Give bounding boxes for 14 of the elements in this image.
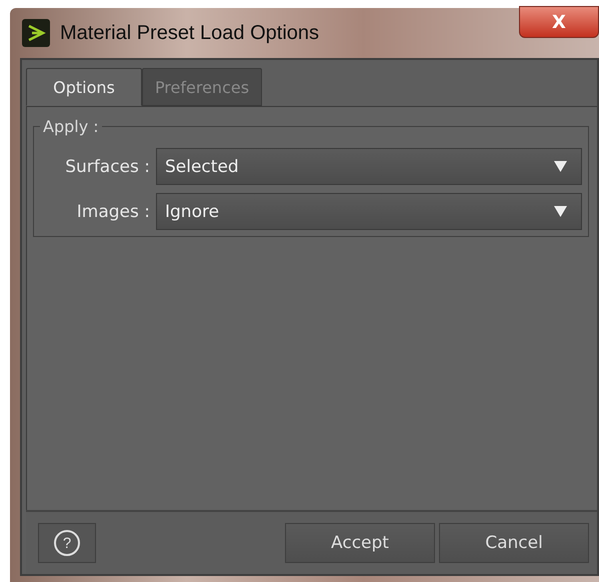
dropdown-arrow-icon <box>554 206 567 217</box>
dropdown[interactable]: Selected <box>156 148 582 185</box>
window-title: Material Preset Load Options <box>60 22 320 44</box>
close-button[interactable]: X <box>519 6 599 38</box>
dialog-button[interactable]: Cancel <box>439 523 589 563</box>
field-label: Images : <box>76 202 151 222</box>
tab[interactable]: Options <box>26 68 142 106</box>
group-title: Apply : <box>42 117 100 136</box>
field-label: Surfaces : <box>64 156 151 176</box>
dialog-button[interactable]: Accept <box>285 523 435 563</box>
help-button[interactable]: ? <box>38 523 96 563</box>
app-icon <box>22 19 50 47</box>
dropdown-arrow-icon <box>554 161 567 172</box>
dropdown[interactable]: Ignore <box>156 193 582 230</box>
